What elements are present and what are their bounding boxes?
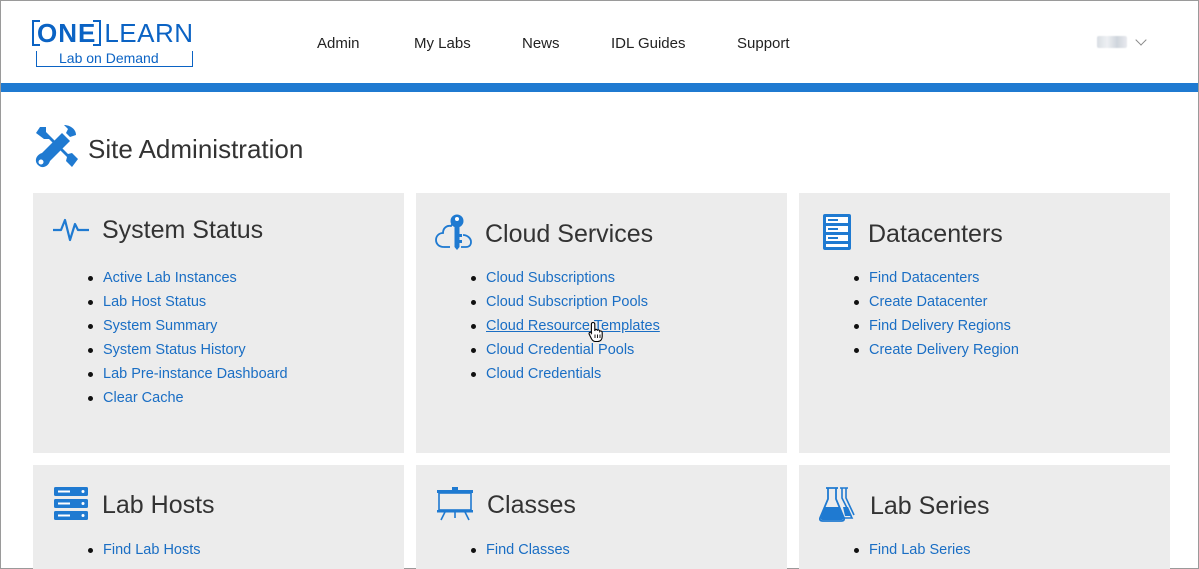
link-find-delivery-regions[interactable]: Find Delivery Regions bbox=[869, 318, 1011, 334]
nav-news[interactable]: News bbox=[522, 35, 560, 52]
main-nav: Admin My Labs News IDL Guides Support bbox=[1, 35, 901, 53]
link-cloud-subscriptions[interactable]: Cloud Subscriptions bbox=[486, 270, 615, 286]
card-header: System Status bbox=[52, 213, 263, 248]
list-item: Create Delivery Region bbox=[852, 340, 1019, 364]
link-list: Find Lab Series bbox=[852, 540, 971, 564]
list-item: Lab Pre-instance Dashboard bbox=[86, 364, 288, 388]
card-classes: Classes Find Classes bbox=[416, 465, 787, 569]
link-list: Find Datacenters Create Datacenter Find … bbox=[852, 268, 1019, 364]
header-accent-bar bbox=[1, 83, 1198, 92]
link-cloud-subscription-pools[interactable]: Cloud Subscription Pools bbox=[486, 294, 648, 310]
card-header: Classes bbox=[435, 485, 576, 526]
card-lab-series: Lab Series Find Lab Series bbox=[799, 465, 1170, 569]
list-item: Find Lab Hosts bbox=[86, 540, 201, 564]
presentation-board-icon bbox=[435, 485, 475, 526]
list-item: Cloud Subscriptions bbox=[469, 268, 660, 292]
link-create-datacenter[interactable]: Create Datacenter bbox=[869, 294, 987, 310]
link-cloud-resource-templates[interactable]: Cloud Resource Templates bbox=[486, 318, 660, 334]
server-stack-icon bbox=[52, 485, 90, 526]
link-cloud-credentials[interactable]: Cloud Credentials bbox=[486, 366, 601, 382]
link-clear-cache[interactable]: Clear Cache bbox=[103, 390, 184, 406]
link-find-lab-hosts[interactable]: Find Lab Hosts bbox=[103, 542, 201, 558]
link-system-summary[interactable]: System Summary bbox=[103, 318, 217, 334]
list-item: Create Datacenter bbox=[852, 292, 1019, 316]
user-menu[interactable] bbox=[1097, 34, 1147, 48]
list-item: Cloud Subscription Pools bbox=[469, 292, 660, 316]
server-rack-icon bbox=[818, 213, 856, 256]
page-heading: Site Administration bbox=[32, 123, 303, 176]
link-list: Find Lab Hosts bbox=[86, 540, 201, 564]
nav-my-labs[interactable]: My Labs bbox=[414, 35, 471, 52]
tools-icon bbox=[32, 123, 80, 176]
flask-icon bbox=[818, 485, 858, 528]
link-active-lab-instances[interactable]: Active Lab Instances bbox=[103, 270, 237, 286]
list-item: Cloud Credential Pools bbox=[469, 340, 660, 364]
card-cloud-services: Cloud Services Cloud Subscriptions Cloud… bbox=[416, 193, 787, 453]
card-lab-hosts: Lab Hosts Find Lab Hosts bbox=[33, 465, 404, 569]
link-find-classes[interactable]: Find Classes bbox=[486, 542, 570, 558]
link-list: Active Lab Instances Lab Host Status Sys… bbox=[86, 268, 288, 412]
card-title: Classes bbox=[487, 491, 576, 519]
list-item: Active Lab Instances bbox=[86, 268, 288, 292]
link-list: Cloud Subscriptions Cloud Subscription P… bbox=[469, 268, 660, 388]
hand-pointer-cursor-icon bbox=[588, 321, 606, 348]
list-item: Clear Cache bbox=[86, 388, 288, 412]
list-item: Find Lab Series bbox=[852, 540, 971, 564]
list-item: Cloud Credentials bbox=[469, 364, 660, 388]
card-title: System Status bbox=[102, 216, 264, 244]
card-header: Datacenters bbox=[818, 213, 1003, 256]
list-item: Find Delivery Regions bbox=[852, 316, 1019, 340]
list-item: Find Datacenters bbox=[852, 268, 1019, 292]
top-header: ONE LEARN Lab on Demand Admin My Labs Ne… bbox=[1, 1, 1198, 83]
card-header: Lab Series bbox=[818, 485, 990, 528]
cloud-key-icon bbox=[435, 213, 473, 256]
link-find-datacenters[interactable]: Find Datacenters bbox=[869, 270, 979, 286]
card-title: Cloud Services bbox=[485, 220, 654, 248]
link-list: Find Classes bbox=[469, 540, 570, 564]
link-lab-host-status[interactable]: Lab Host Status bbox=[103, 294, 206, 310]
link-system-status-history[interactable]: System Status History bbox=[103, 342, 246, 358]
card-datacenters: Datacenters Find Datacenters Create Data… bbox=[799, 193, 1170, 453]
avatar bbox=[1097, 36, 1127, 48]
list-item: System Status History bbox=[86, 340, 288, 364]
nav-idl-guides[interactable]: IDL Guides bbox=[611, 35, 685, 52]
card-header: Cloud Services bbox=[435, 213, 653, 256]
card-title: Lab Series bbox=[870, 492, 990, 520]
card-system-status: System Status Active Lab Instances Lab H… bbox=[33, 193, 404, 453]
card-title: Lab Hosts bbox=[102, 491, 215, 519]
list-item: System Summary bbox=[86, 316, 288, 340]
card-header: Lab Hosts bbox=[52, 485, 215, 526]
link-create-delivery-region[interactable]: Create Delivery Region bbox=[869, 342, 1019, 358]
pulse-icon bbox=[52, 213, 90, 248]
nav-support[interactable]: Support bbox=[737, 35, 790, 52]
list-item: Lab Host Status bbox=[86, 292, 288, 316]
nav-admin[interactable]: Admin bbox=[317, 35, 360, 52]
page-title: Site Administration bbox=[88, 134, 304, 164]
chevron-down-icon bbox=[1135, 34, 1147, 46]
link-cloud-credential-pools[interactable]: Cloud Credential Pools bbox=[486, 342, 634, 358]
list-item: Find Classes bbox=[469, 540, 570, 564]
link-find-lab-series[interactable]: Find Lab Series bbox=[869, 542, 971, 558]
card-title: Datacenters bbox=[868, 220, 1003, 248]
link-lab-preinstance-dashboard[interactable]: Lab Pre-instance Dashboard bbox=[103, 366, 288, 382]
list-item: Cloud Resource Templates bbox=[469, 316, 660, 340]
